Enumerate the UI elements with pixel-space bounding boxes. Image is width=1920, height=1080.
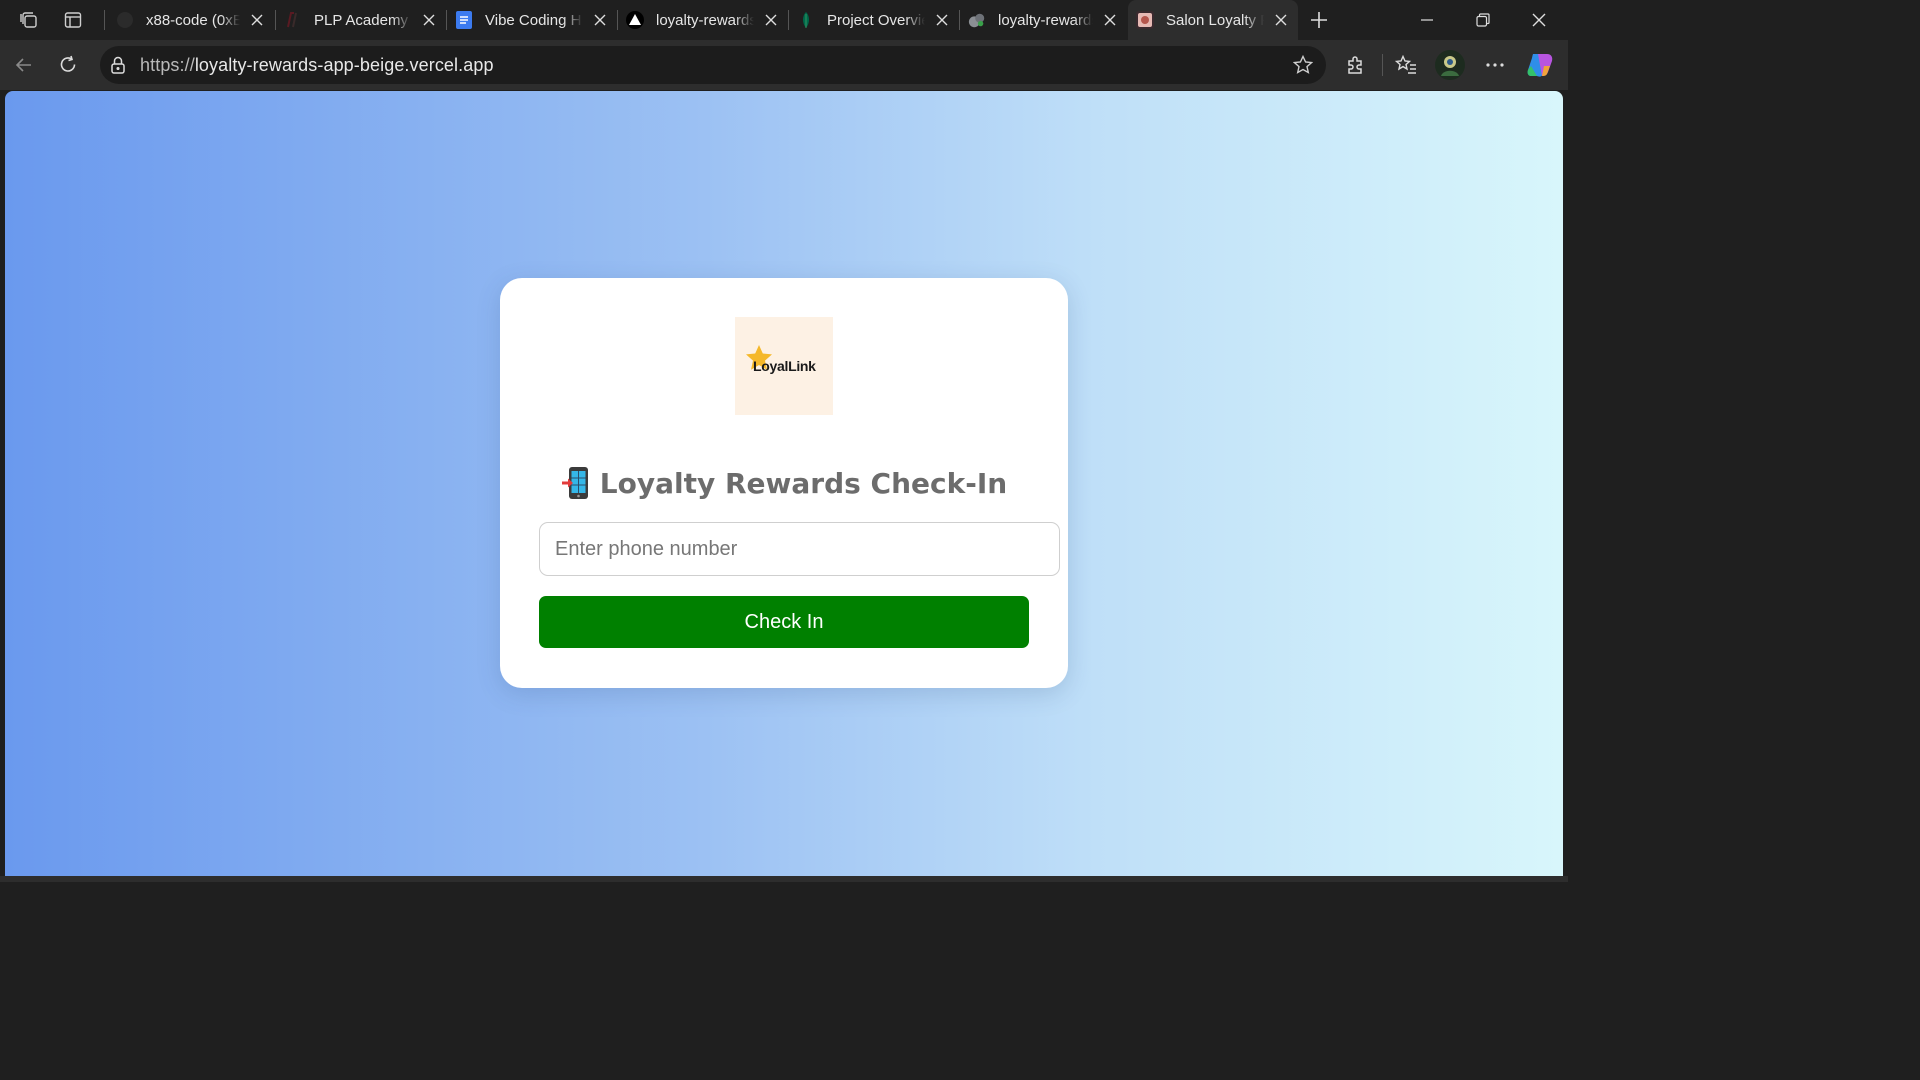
puzzle-piece-icon [1348,56,1362,74]
mobile-phone-arrow-icon [561,466,591,500]
tab-github-x88-code[interactable]: x88-code (0xEr [108,0,274,40]
tab-title: x88-code (0xEr [146,11,240,29]
check-in-button[interactable]: Check In [539,596,1029,648]
copilot-icon [1527,54,1553,77]
favorites-button[interactable] [1389,49,1423,81]
tab-vibe-coding[interactable]: Vibe Coding H [447,0,617,40]
close-tab-icon[interactable] [248,11,266,29]
vercel-icon [626,11,644,29]
refresh-icon [60,55,76,72]
vertical-tabs-icon [64,12,82,28]
browser-toolbar: https://loyalty-rewards-app-beige.vercel… [0,40,1568,90]
page-title: Loyalty Rewards Check-In [500,466,1068,500]
close-icon [1532,13,1546,27]
tab-separator [104,10,105,30]
tab-title: Vibe Coding H [485,11,582,29]
minimize-button[interactable] [1399,0,1455,40]
workspaces-button[interactable] [13,6,45,34]
url-text: https://loyalty-rewards-app-beige.vercel… [140,55,494,76]
close-tab-icon[interactable] [1101,11,1119,29]
page-title-text: Loyalty Rewards Check-In [599,466,1008,500]
tab-project-overview[interactable]: Project Overvie [789,0,959,40]
workspaces-icon [20,12,37,28]
new-tab-button[interactable] [1303,6,1335,34]
tab-title: loyalty-rewards [998,11,1093,29]
salon-icon [1136,11,1154,29]
back-arrow-icon [15,58,31,72]
copilot-button[interactable] [1523,49,1557,81]
close-tab-icon[interactable] [1272,11,1290,29]
restore-icon [1476,13,1490,27]
docs-icon [455,11,473,29]
window-bottom-border [0,876,1568,882]
close-tab-icon[interactable] [420,11,438,29]
github-icon [116,11,134,29]
close-window-button[interactable] [1511,0,1567,40]
tab-title: PLP Academy [314,11,408,29]
tab-title: loyalty-rewards [656,11,754,29]
address-bar[interactable]: https://loyalty-rewards-app-beige.vercel… [100,46,1326,84]
extensions-button[interactable] [1339,49,1373,81]
close-tab-icon[interactable] [933,11,951,29]
tab-github-loyalty-rewards[interactable]: loyalty-rewards [960,0,1127,40]
tab-title: Salon Loyalty P [1166,11,1264,29]
plus-icon [1311,12,1327,28]
favorites-list-icon [1395,55,1416,74]
more-dots-icon [1486,63,1504,67]
back-button[interactable] [7,49,41,81]
url-host: loyalty-rewards-app-beige.vercel.app [194,54,494,75]
logo-text: LoyalLink [753,358,816,374]
favorite-star-icon[interactable] [1292,54,1314,76]
restore-button[interactable] [1455,0,1511,40]
refresh-button[interactable] [51,49,85,81]
settings-more-button[interactable] [1478,49,1512,81]
toolbar-separator [1382,54,1383,76]
close-tab-icon[interactable] [762,11,780,29]
close-tab-icon[interactable] [591,11,609,29]
tab-title: Project Overvie [827,11,925,29]
browser-tab-strip: x88-code (0xEr PLP Academy Vibe Coding H… [0,0,1568,40]
tab-plp-academy[interactable]: PLP Academy [276,0,446,40]
github-copilot-icon [968,11,986,29]
plp-icon [284,11,302,29]
checkin-card: LoyalLink Loyalty Rewards Check-In Check… [500,278,1068,688]
url-scheme: https:// [140,54,195,75]
site-info-lock-icon[interactable] [108,55,128,75]
page-viewport: LoyalLink Loyalty Rewards Check-In Check… [5,91,1563,876]
tab-salon-loyalty[interactable]: Salon Loyalty P [1128,0,1298,40]
phone-number-input[interactable] [539,522,1060,576]
tab-actions-button[interactable] [57,6,89,34]
avatar [1435,50,1465,80]
tab-vercel-loyalty-rewards[interactable]: loyalty-rewards [618,0,788,40]
loyallink-logo: LoyalLink [735,317,833,415]
profile-button[interactable] [1433,49,1467,81]
mongodb-leaf-icon [797,11,815,29]
minimize-icon [1421,19,1433,21]
